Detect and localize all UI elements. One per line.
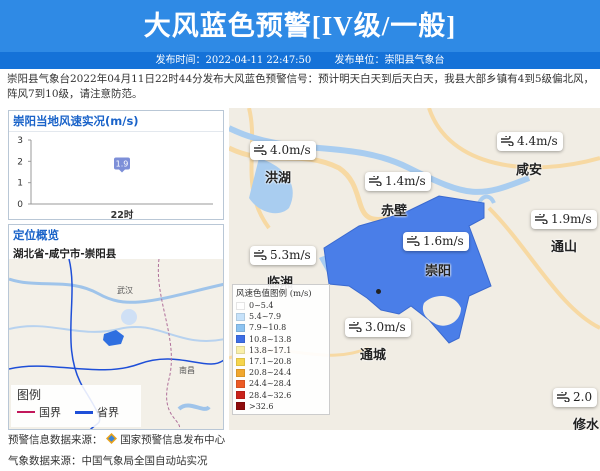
publish-unit: 发布单位：崇阳县气象台 <box>334 55 445 66</box>
wind-value: 5.3m/s <box>270 248 311 262</box>
wind-label-honghu[interactable]: 4.0m/s <box>250 141 316 160</box>
city-dot <box>376 289 381 294</box>
city-chibi: 赤壁 <box>381 204 408 219</box>
legend-swatch <box>236 335 245 344</box>
legend-swatch <box>236 379 245 388</box>
wind-value: 4.0m/s <box>270 143 311 157</box>
location-panel-title: 定位概览 <box>13 228 59 242</box>
wind-label-tongshan[interactable]: 1.9m/s <box>531 210 597 229</box>
warning-description: 崇阳县气象台2022年04月11日22时44分发布大风蓝色预警信号：预计明天白天… <box>7 73 595 100</box>
legend-label: >32.6 <box>249 401 274 411</box>
legend-row: 10.8~13.8 <box>236 334 326 345</box>
legend-items: 国界 省界 <box>11 404 141 420</box>
legend-row: 7.9~10.8 <box>236 322 326 333</box>
legend-row: 13.8~17.1 <box>236 345 326 356</box>
wind-value: 1.4m/s <box>385 174 426 188</box>
wind-panel-title: 崇阳当地风速实况(m/s) <box>9 111 223 132</box>
data-point-pointer <box>119 169 125 173</box>
wind-icon <box>500 134 514 147</box>
legend-label: 24.4~28.4 <box>249 379 292 389</box>
legend-row: 5.4~7.9 <box>236 311 326 322</box>
data-label: 1.9 <box>116 159 129 168</box>
wind-icon <box>253 143 267 156</box>
wind-icon <box>368 174 382 187</box>
warning-title: 大风蓝色预警[IV级/一般] <box>0 0 600 52</box>
x-tick-label: 22时 <box>111 209 134 221</box>
legend-label: 13.8~17.1 <box>249 345 292 355</box>
legend-swatch <box>236 323 245 332</box>
wind-label-chongyang[interactable]: 1.6m/s <box>403 232 469 251</box>
mini-map[interactable]: 武汉 南昌 图例 国界 省界 <box>9 259 223 429</box>
warning-source-label: 预警信息数据来源： <box>8 434 103 446</box>
province-border-line <box>75 410 93 414</box>
warning-source: 预警信息数据来源： 国家预警信息发布中心 <box>8 432 225 447</box>
city-xianan: 咸安 <box>516 163 543 178</box>
publish-time: 发布时间：2022-04-11 22:47:50 <box>155 55 312 66</box>
legend-swatch <box>236 368 245 377</box>
publish-info-bar: 发布时间：2022-04-11 22:47:50 发布单位：崇阳县气象台 <box>0 52 600 69</box>
legend-swatch <box>236 391 245 400</box>
wind-label-linxiang[interactable]: 5.3m/s <box>250 246 316 265</box>
county-highlight <box>103 330 124 346</box>
legend-swatch <box>236 312 245 321</box>
mini-map-town: 南昌 <box>179 366 195 375</box>
legend-row: 20.8~24.4 <box>236 367 326 378</box>
wind-icon <box>534 212 548 225</box>
wind-label-xiushui[interactable]: 2.0 <box>553 388 598 407</box>
wind-speed-chart: 0 1 2 3 22时 1.9 <box>17 136 213 221</box>
wind-icon <box>556 390 570 403</box>
city-tongcheng: 通城 <box>360 348 387 363</box>
y-tick-label: 1 <box>17 179 23 189</box>
wind-value: 2.0 <box>573 390 593 404</box>
legend-label: 5.4~7.9 <box>249 312 282 322</box>
legend-swatch <box>236 301 245 310</box>
legend-row: 24.4~28.4 <box>236 378 326 389</box>
wind-value: 3.0m/s <box>365 320 406 334</box>
legend-row: 0~5.4 <box>236 300 326 311</box>
location-overview-panel: 定位概览 湖北省-咸宁市-崇阳县 武汉 南昌 图例 国界 省界 <box>8 224 224 430</box>
mini-map-town: 武汉 <box>117 286 133 295</box>
wind-label-tongcheng[interactable]: 3.0m/s <box>345 318 411 337</box>
legend-row: 17.1~20.8 <box>236 356 326 367</box>
province-border-label: 省界 <box>97 406 119 419</box>
legend-label: 17.1~20.8 <box>249 357 292 367</box>
legend-label: 28.4~32.6 <box>249 390 292 400</box>
wind-label-chibi[interactable]: 1.4m/s <box>365 172 431 191</box>
national-border-label: 国界 <box>39 406 61 419</box>
wind-icon <box>253 248 267 261</box>
legend-swatch <box>236 357 245 366</box>
wind-value: 1.6m/s <box>423 234 464 248</box>
warning-center-logo-icon <box>105 433 117 444</box>
legend-swatch <box>236 402 245 411</box>
wind-label-xianan[interactable]: 4.4m/s <box>497 132 563 151</box>
wind-value: 1.9m/s <box>551 212 592 226</box>
city-xiushui: 修水 <box>573 418 600 430</box>
city-chongyang: 崇阳 <box>425 264 452 279</box>
legend-row: 28.4~32.6 <box>236 390 326 401</box>
wind-color-legend: 风速色值图例 (m/s) 0~5.4 5.4~7.9 7.9~10.8 10.8~13… <box>232 284 330 415</box>
city-tongshan: 通山 <box>551 240 578 255</box>
legend-row: >32.6 <box>236 401 326 412</box>
wind-value: 4.4m/s <box>517 134 558 148</box>
y-tick-label: 3 <box>17 136 23 146</box>
legend-label: 7.9~10.8 <box>249 323 287 333</box>
wind-icon <box>406 234 420 247</box>
legend-title: 风速色值图例 (m/s) <box>236 289 312 299</box>
legend-swatch <box>236 346 245 355</box>
city-honghu: 洪湖 <box>265 171 292 186</box>
mini-map-legend: 图例 国界 省界 <box>11 385 141 427</box>
warning-source-name[interactable]: 国家预警信息发布中心 <box>120 434 225 446</box>
warning-map[interactable]: 洪湖 咸安 赤壁 通山 崇阳 临湘 通城 修水 4.0m/s 4.4m/s 1.… <box>229 108 600 430</box>
legend-title: 图例 <box>17 388 42 402</box>
legend-label: 20.8~24.4 <box>249 368 292 378</box>
wind-speed-panel: 崇阳当地风速实况(m/s) 0 1 2 3 22时 1.9 <box>8 110 224 221</box>
weather-source: 气象数据来源：中国气象局全国自动站实况 <box>8 455 208 467</box>
national-border-line <box>17 411 35 413</box>
wind-icon <box>348 320 362 333</box>
y-tick-label: 2 <box>17 157 23 167</box>
y-tick-label: 0 <box>17 200 23 210</box>
legend-label: 10.8~13.8 <box>249 334 292 344</box>
legend-label: 0~5.4 <box>249 301 274 311</box>
legend-rows: 0~5.4 5.4~7.9 7.9~10.8 10.8~13.8 13.8~17.1 17… <box>236 300 326 412</box>
